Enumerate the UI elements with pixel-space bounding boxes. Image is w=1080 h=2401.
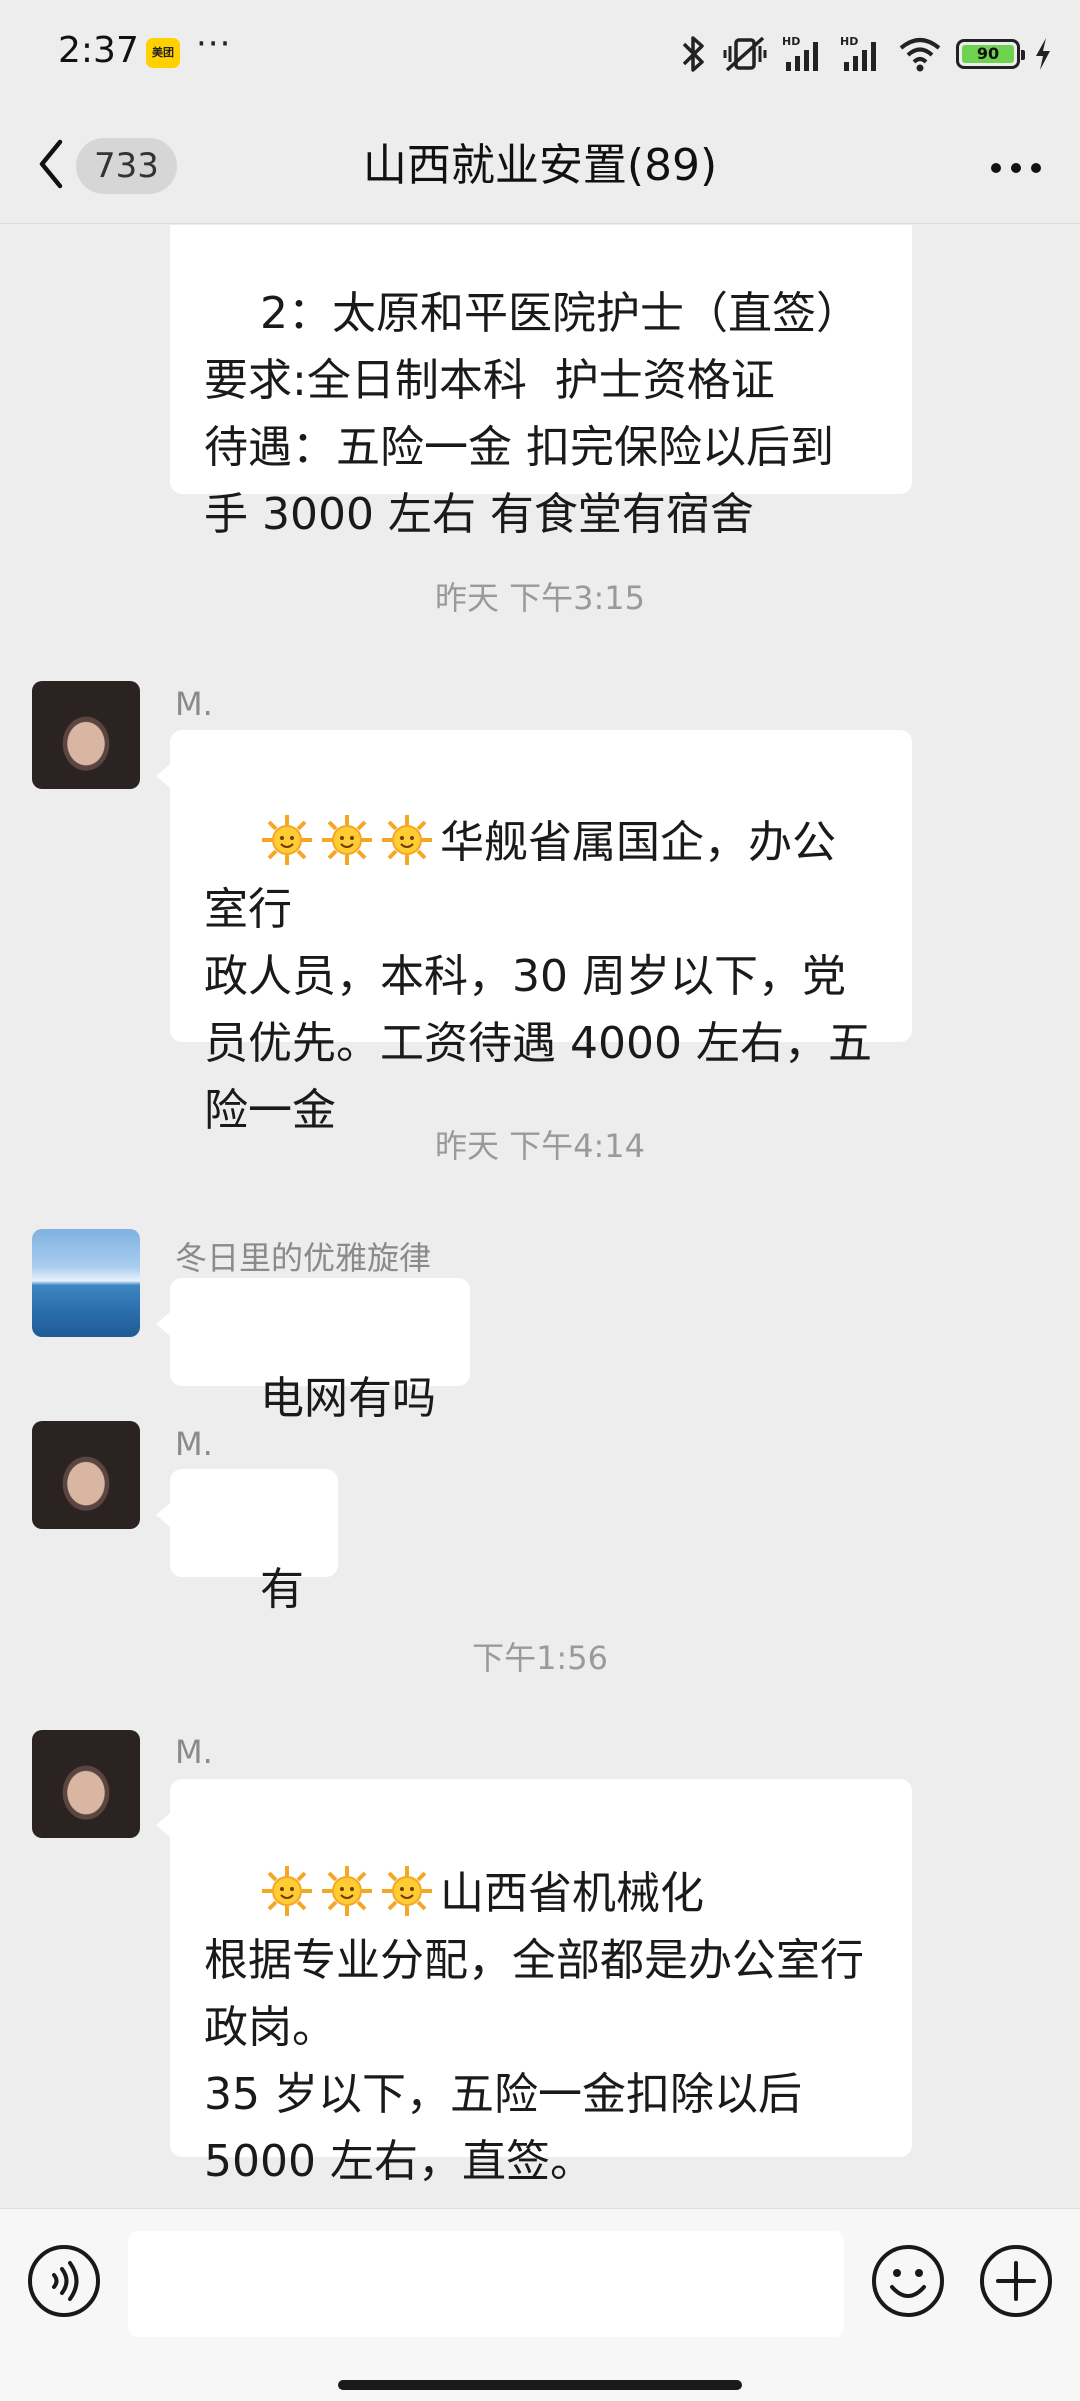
notification-more-icon: ··· [196, 24, 232, 64]
message-text: 电网有吗 [259, 1373, 436, 1424]
avatar[interactable] [32, 1229, 140, 1337]
message-bubble[interactable]: 华舰省属国企，办公室行 政人员，本科，30 周岁以下，党 员优先。工资待遇 40… [156, 730, 912, 1136]
back-button[interactable]: 733 [36, 132, 177, 200]
sun-emoji-icon [380, 1866, 440, 1919]
timestamp: 下午1:56 [472, 1639, 608, 1677]
signal-hd-1-icon: HD [782, 34, 826, 74]
message-input[interactable] [128, 2231, 844, 2337]
message-bubble[interactable]: 山西省机械化 根据专业分配，全部都是办公室行 政岗。 35 岁以下，五险一金扣除… [156, 1779, 912, 2187]
timestamp: 昨天 下午3:15 [434, 579, 646, 617]
wifi-icon [898, 34, 942, 74]
message-list[interactable]: 2：太原和平医院护士（直签） 要求:全日制本科 护士资格证 待遇：五险一金 扣完… [0, 225, 1080, 2208]
plus-icon [980, 2245, 1052, 2317]
message-text: 有 [259, 1564, 304, 1615]
sun-emoji-icon [260, 1866, 320, 1919]
home-indicator[interactable] [338, 2380, 742, 2390]
bluetooth-icon [678, 34, 708, 74]
emoji-button[interactable] [870, 2243, 946, 2319]
more-functions-button[interactable] [978, 2243, 1054, 2319]
message-bubble[interactable]: 2：太原和平医院护士（直签） 要求:全日制本科 护士资格证 待遇：五险一金 扣完… [170, 225, 912, 540]
charging-icon [1034, 34, 1052, 74]
avatar[interactable] [32, 1421, 140, 1529]
input-bar [0, 2208, 1080, 2401]
battery-level: 90 [962, 45, 1014, 63]
sun-emoji-icon [260, 815, 320, 868]
meituan-app-icon: 美团 [146, 38, 180, 68]
message-bubble[interactable]: 有 [156, 1469, 338, 1615]
mute-vibrate-icon [722, 34, 768, 74]
emoji-icon [872, 2245, 944, 2317]
chat-header: 733 山西就业安置(89) [0, 108, 1080, 224]
sender-name: M. [175, 685, 213, 723]
status-time: 2:37 [58, 30, 139, 71]
chevron-left-icon [36, 136, 66, 196]
signal-hd-2-icon: HD [840, 34, 884, 74]
more-options-button[interactable] [986, 148, 1046, 188]
voice-input-button[interactable] [26, 2243, 102, 2319]
svg-text:HD: HD [840, 35, 858, 48]
avatar[interactable] [32, 681, 140, 789]
sun-emoji-icon [320, 1866, 380, 1919]
timestamp: 昨天 下午4:14 [434, 1127, 646, 1165]
sender-name: M. [175, 1733, 213, 1771]
battery-icon: 90 [956, 39, 1025, 69]
more-dots-icon [991, 163, 1041, 173]
status-bar: 2:37 美团 ··· HD HD 90 [0, 0, 1080, 108]
message-bubble[interactable]: 电网有吗 [156, 1278, 470, 1424]
status-icons: HD HD 90 [678, 30, 1052, 78]
svg-text:HD: HD [782, 35, 800, 48]
sender-name: M. [175, 1425, 213, 1463]
sun-emoji-icon [380, 815, 440, 868]
unread-count-badge: 733 [76, 138, 177, 194]
sender-name: 冬日里的优雅旋律 [175, 1239, 432, 1277]
sun-emoji-icon [320, 815, 380, 868]
avatar[interactable] [32, 1730, 140, 1838]
message-text: 2：太原和平医院护士（直签） 要求:全日制本科 护士资格证 待遇：五险一金 扣完… [204, 288, 860, 540]
voice-icon [28, 2245, 100, 2317]
